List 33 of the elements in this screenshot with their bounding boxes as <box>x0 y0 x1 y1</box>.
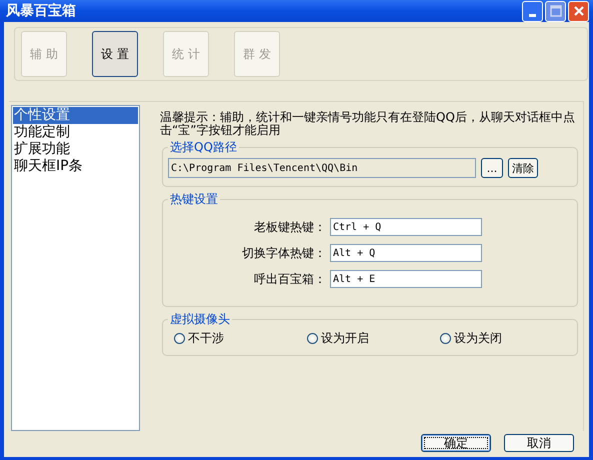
list-item[interactable]: 聊天框IP条 <box>13 158 138 175</box>
radio-label[interactable]: 设为开启 <box>321 330 369 347</box>
maximize-button[interactable] <box>545 0 566 22</box>
dialog-button[interactable]: 取消 <box>504 434 574 452</box>
path-field[interactable]: C:\Program Files\Tencent\QQ\Bin <box>168 158 476 178</box>
tab[interactable]: 设 置 <box>92 31 138 77</box>
radio-button[interactable] <box>440 333 451 344</box>
hotkey-label: 切换字体热键： <box>241 244 326 262</box>
window-title: 风暴百宝箱 <box>6 2 76 20</box>
dialog-button[interactable]: 确定 <box>421 434 491 452</box>
list-item[interactable]: 扩展功能 <box>13 141 138 158</box>
radio-label[interactable]: 不干涉 <box>188 330 224 347</box>
list-item[interactable]: 个性设置 <box>13 107 138 124</box>
hotkey-label: 呼出百宝箱： <box>253 270 326 288</box>
close-button[interactable] <box>568 0 589 22</box>
hotkey-field[interactable]: Alt + E <box>330 270 482 288</box>
tip-text: 温馨提示：辅助，统计和一键亲情号功能只有在登陆QQ后，从聊天对话框中点击“宝”字按钮才能启用 <box>160 111 576 137</box>
minimize-icon <box>529 14 536 16</box>
hotkey-field[interactable]: Alt + Q <box>330 244 482 262</box>
list-item[interactable]: 功能定制 <box>13 124 138 141</box>
close-icon <box>572 5 584 17</box>
radio-button[interactable] <box>307 333 318 344</box>
browse-button[interactable]: ... <box>481 158 503 178</box>
group-title: 虚拟摄像头 <box>169 311 231 328</box>
minimize-button[interactable] <box>522 0 543 22</box>
clear-button[interactable]: 清除 <box>508 158 538 178</box>
hotkey-field[interactable]: Ctrl + Q <box>330 218 482 236</box>
radio-label[interactable]: 设为关闭 <box>454 330 502 347</box>
hotkey-label: 老板键热键： <box>253 218 326 236</box>
group-title: 热键设置 <box>169 191 219 208</box>
radio-button[interactable] <box>174 333 185 344</box>
group-title: 选择QQ路径 <box>169 139 238 156</box>
maximize-icon <box>550 5 562 17</box>
